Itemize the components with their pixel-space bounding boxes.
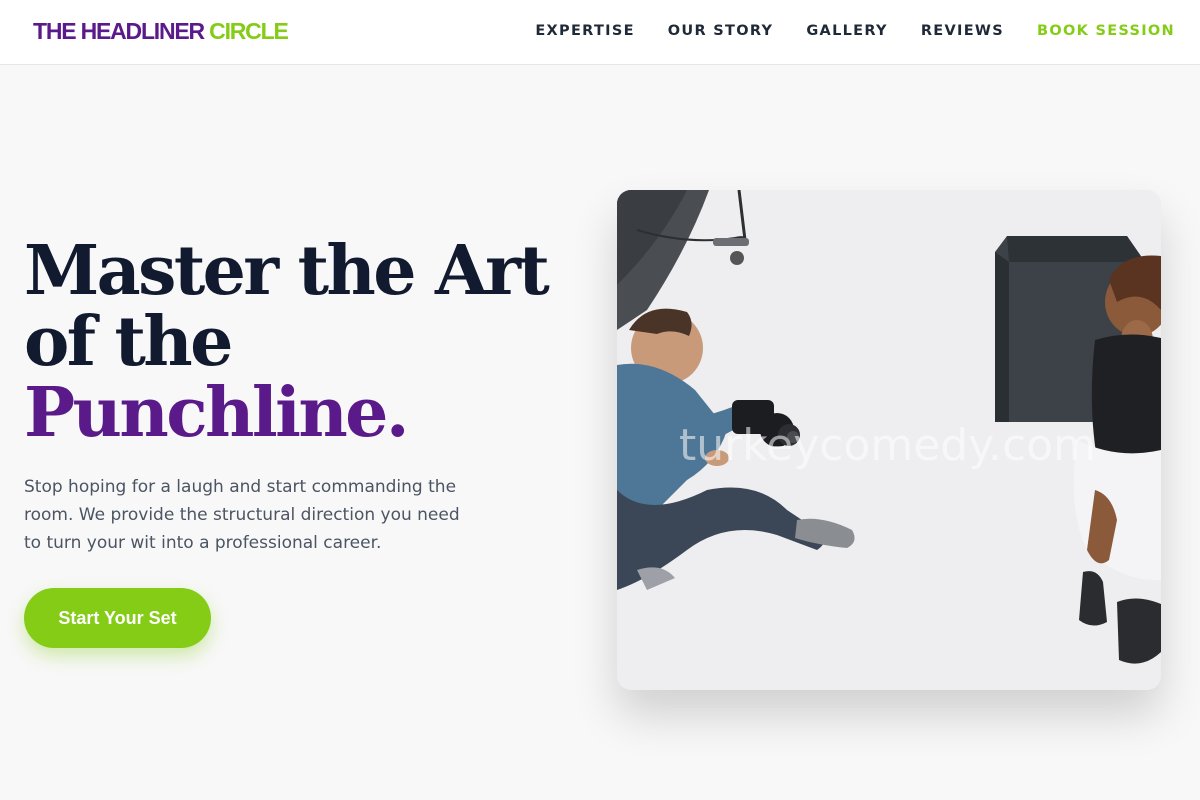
brand-logo[interactable]: THE HEADLINER CIRCLE bbox=[33, 17, 289, 45]
nav-link-gallery[interactable]: GALLERY bbox=[806, 21, 887, 41]
main-nav: EXPERTISE OUR STORY GALLERY REVIEWS BOOK… bbox=[535, 21, 1175, 41]
nav-link-expertise[interactable]: EXPERTISE bbox=[535, 21, 634, 41]
hero-title-line-2: of the bbox=[24, 302, 233, 382]
top-navbar: THE HEADLINER CIRCLE EXPERTISE OUR STORY… bbox=[0, 0, 1200, 65]
nav-link-reviews[interactable]: REVIEWS bbox=[921, 21, 1004, 41]
hero-title-accent: Punchline. bbox=[24, 373, 410, 453]
photo-watermark: turkeycomedy.com bbox=[679, 420, 1096, 471]
logo-text-accent: CIRCLE bbox=[209, 18, 289, 44]
hero-title-line-1: Master the Art bbox=[24, 231, 550, 311]
logo-text-primary: THE HEADLINER bbox=[33, 18, 205, 44]
nav-link-our-story[interactable]: OUR STORY bbox=[668, 21, 774, 41]
hero-photo: turkeycomedy.com bbox=[617, 190, 1161, 690]
nav-link-book-session[interactable]: BOOK SESSION bbox=[1037, 21, 1175, 41]
start-your-set-button[interactable]: Start Your Set bbox=[24, 588, 211, 648]
hero-subtitle: Stop hoping for a laugh and start comman… bbox=[24, 477, 460, 553]
hero-title: Master the Art of the Punchline. bbox=[24, 231, 550, 453]
